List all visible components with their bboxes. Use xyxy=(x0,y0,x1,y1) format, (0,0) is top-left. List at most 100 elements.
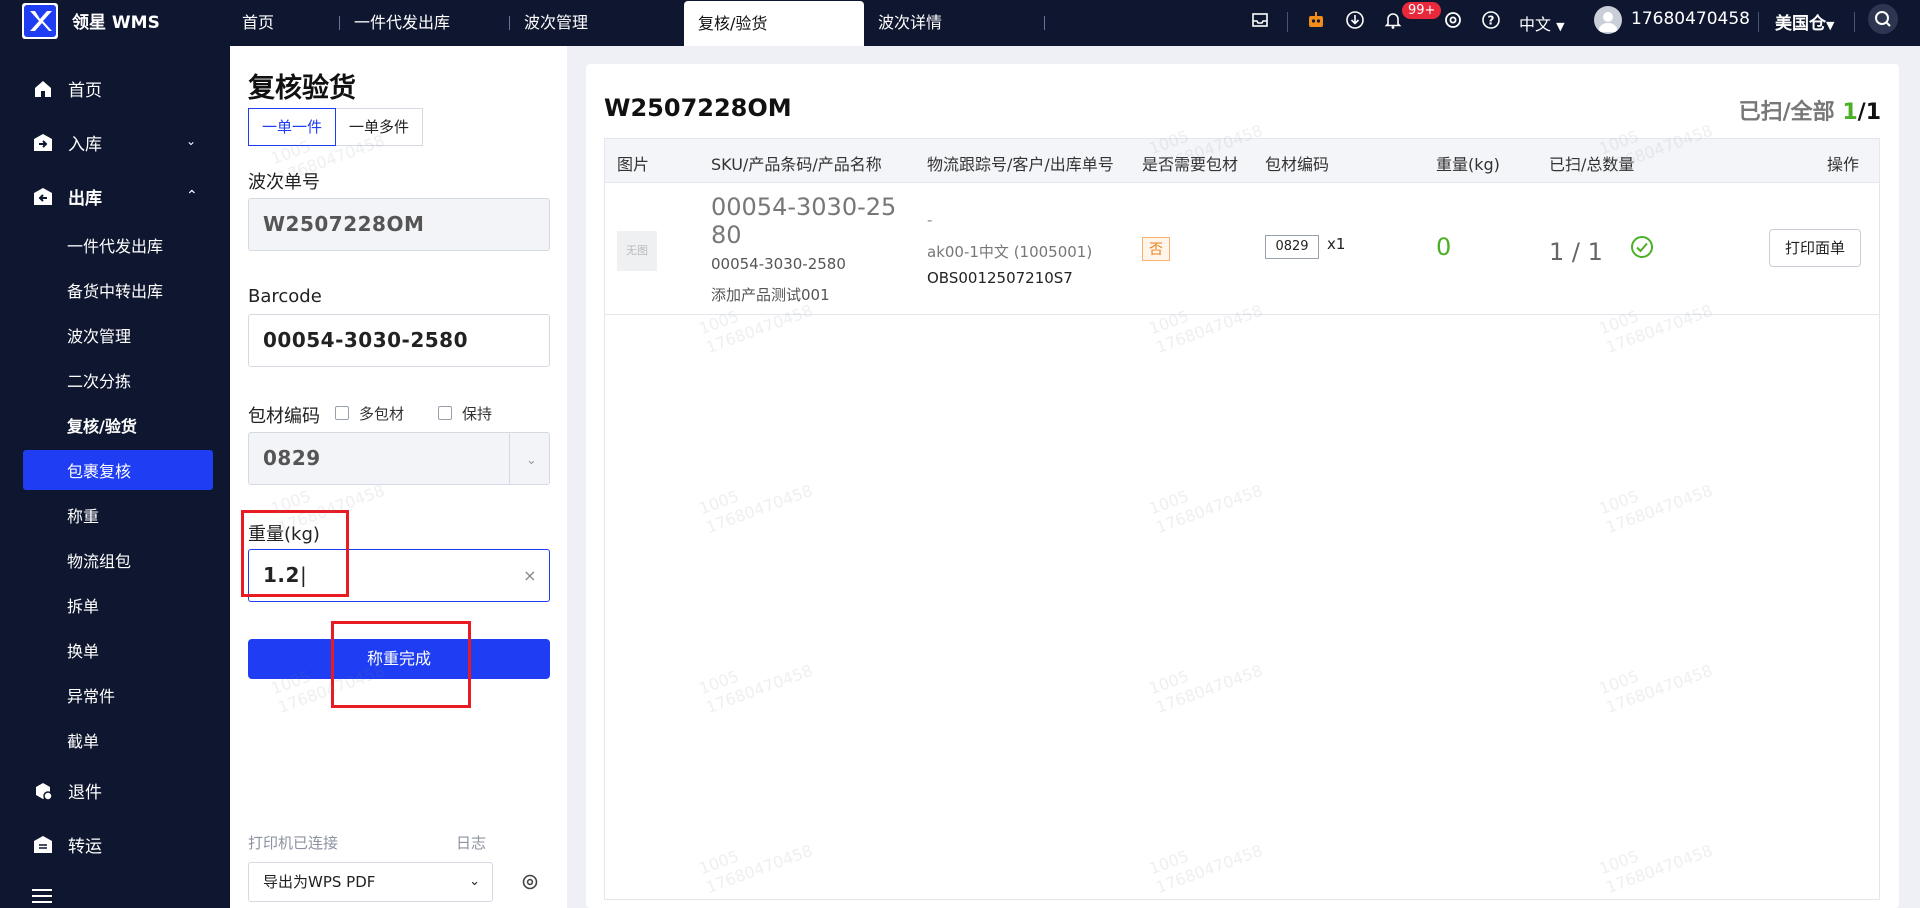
col-actions: 操作 xyxy=(1827,155,1860,174)
logo[interactable] xyxy=(22,3,58,39)
outbound-number: OBS0012507210S7 xyxy=(927,269,1073,287)
menu-icon[interactable] xyxy=(32,888,52,904)
printer-settings-icon[interactable] xyxy=(521,873,539,891)
sidebar-item-swap-order[interactable]: 换单 xyxy=(67,638,99,662)
sidebar-item-inbound[interactable]: 入库 xyxy=(32,130,102,155)
col-tracking: 物流跟踪号/客户/出库单号 xyxy=(927,155,1114,174)
tab-home[interactable]: 首页 xyxy=(228,0,340,46)
page-title: 复核验货 xyxy=(248,73,356,104)
sidebar-item-secondary-sorting[interactable]: 二次分拣 xyxy=(67,368,131,392)
user-phone[interactable]: 17680470458 xyxy=(1631,9,1750,29)
col-image: 图片 xyxy=(617,155,650,174)
weight-value: 0 xyxy=(1436,233,1452,261)
multi-package-checkbox[interactable] xyxy=(335,406,349,420)
sidebar-item-outbound[interactable]: 出库 xyxy=(32,184,102,209)
multi-package-label: 多包材 xyxy=(359,405,405,423)
tab-dropship-outbound[interactable]: 一件代发出库 xyxy=(340,0,510,46)
divider xyxy=(1854,12,1855,32)
returns-icon xyxy=(36,782,53,801)
table-header: 图片 SKU/产品条码/产品名称 物流跟踪号/客户/出库单号 是否需要包材 包材… xyxy=(605,139,1879,183)
outbound-icon xyxy=(34,187,52,205)
sidebar-item-logistics-bundling[interactable]: 物流组包 xyxy=(67,548,131,572)
tab-review-inspection[interactable]: 复核/验货 xyxy=(684,1,864,46)
clear-icon[interactable]: × xyxy=(523,550,537,601)
col-sku: SKU/产品条码/产品名称 xyxy=(711,155,882,174)
sidebar-item-intercept[interactable]: 截单 xyxy=(67,728,99,752)
scanned-quantity: 1 / 1 xyxy=(1549,238,1603,266)
sidebar: 首页 入库 ⌄ 出库 ⌃ 一件代发出库 备货中转出库 波次管理 二次分拣 复核/… xyxy=(0,46,230,908)
package-code-select[interactable]: 0829 ⌄ xyxy=(248,432,550,485)
need-package-tag: 否 xyxy=(1142,237,1170,261)
review-form-panel: 复核验货 一单一件 一单多件 波次单号 W2507228OM Barcode 0… xyxy=(230,46,567,908)
search-button[interactable] xyxy=(1868,4,1898,34)
mode-single-item[interactable]: 一单一件 xyxy=(248,108,337,146)
transfer-icon xyxy=(34,835,52,853)
chevron-up-icon[interactable]: ⌃ xyxy=(186,188,198,204)
log-link[interactable]: 日志 xyxy=(456,832,486,853)
language-select[interactable]: 中文 ▼ xyxy=(1519,11,1565,35)
top-tabs: 首页 一件代发出库 波次管理 复核/验货 波次详情 xyxy=(228,0,1045,46)
printer-select[interactable]: 导出为WPS PDF ⌄ xyxy=(248,862,493,902)
mode-toggle: 一单一件 一单多件 xyxy=(248,108,424,146)
inbox-icon[interactable] xyxy=(1250,10,1270,30)
items-table: 图片 SKU/产品条码/产品名称 物流跟踪号/客户/出库单号 是否需要包材 包材… xyxy=(604,138,1880,900)
product-image-placeholder: 无图 xyxy=(617,231,657,271)
svg-text:?: ? xyxy=(1488,14,1495,28)
printer-status: 打印机已连接 xyxy=(248,834,339,852)
package-quantity: x1 xyxy=(1327,235,1346,253)
help-icon[interactable]: ? xyxy=(1481,10,1501,30)
sidebar-item-returns[interactable]: 退件 xyxy=(32,778,102,803)
divider xyxy=(1758,12,1759,32)
customer: ak00-1中文 (1005001) xyxy=(927,243,1093,261)
sidebar-item-review-inspection[interactable]: 复核/验货 xyxy=(67,413,137,437)
highlight-box-weight xyxy=(241,510,349,597)
wave-number-label: 波次单号 xyxy=(248,172,320,193)
sidebar-item-dropship-outbound[interactable]: 一件代发出库 xyxy=(67,233,163,257)
product-name: 添加产品测试001 xyxy=(711,286,830,304)
divider xyxy=(509,433,510,484)
tracking-number: - xyxy=(927,211,933,229)
sku-code-large: 00054-3030-25 80 xyxy=(711,193,897,249)
settings-icon[interactable] xyxy=(1443,10,1463,30)
download-icon[interactable] xyxy=(1345,10,1365,30)
highlight-box-button xyxy=(331,621,471,708)
tab-wave-detail[interactable]: 波次详情 xyxy=(864,0,1045,46)
wave-number-field[interactable]: W2507228OM xyxy=(248,198,550,251)
keep-label: 保持 xyxy=(462,405,493,423)
scan-count: 已扫/全部 1/1 xyxy=(1738,100,1881,125)
barcode-label: Barcode xyxy=(248,286,322,307)
barcode-input[interactable]: 00054-3030-2580 xyxy=(248,314,550,367)
order-number: W2507228OM xyxy=(604,94,792,122)
sidebar-item-home[interactable]: 首页 xyxy=(32,76,102,101)
sidebar-item-wave-management[interactable]: 波次管理 xyxy=(67,323,131,347)
main-content: W2507228OM 已扫/全部 1/1 图片 SKU/产品条码/产品名称 物流… xyxy=(586,64,1899,908)
brand-name: 领星 WMS xyxy=(72,13,160,33)
sidebar-item-split-order[interactable]: 拆单 xyxy=(67,593,99,617)
sidebar-item-exception[interactable]: 异常件 xyxy=(67,683,115,707)
package-code-label: 包材编码 xyxy=(248,406,320,427)
avatar[interactable] xyxy=(1594,6,1622,34)
inbound-icon xyxy=(34,133,52,151)
mode-multi-item[interactable]: 一单多件 xyxy=(336,108,424,146)
home-icon xyxy=(35,80,51,97)
robot-icon[interactable] xyxy=(1306,10,1326,30)
print-label-button[interactable]: 打印面单 xyxy=(1769,229,1861,267)
chevron-down-icon[interactable]: ⌄ xyxy=(186,134,196,148)
tab-wave-management[interactable]: 波次管理 xyxy=(510,0,684,46)
col-need-package: 是否需要包材 xyxy=(1142,155,1239,174)
sidebar-item-parcel-review[interactable]: 包裹复核 xyxy=(67,458,131,482)
bell-icon[interactable] xyxy=(1383,10,1403,30)
package-code-chip: 0829 xyxy=(1265,235,1319,259)
col-scanned: 已扫/总数量 xyxy=(1549,155,1635,174)
search-icon xyxy=(1875,11,1891,27)
sku-barcode: 00054-3030-2580 xyxy=(711,255,846,273)
chevron-down-icon[interactable]: ⌄ xyxy=(526,435,537,486)
top-bar: 领星 WMS 首页 一件代发出库 波次管理 复核/验货 波次详情 99+ ? 中… xyxy=(0,0,1920,46)
col-package-code: 包材编码 xyxy=(1265,155,1330,174)
check-circle-icon xyxy=(1631,236,1653,258)
sidebar-item-stock-transfer-outbound[interactable]: 备货中转出库 xyxy=(67,278,163,302)
keep-checkbox[interactable] xyxy=(438,406,452,420)
sidebar-item-weighing[interactable]: 称重 xyxy=(67,503,99,527)
warehouse-select[interactable]: 美国仓▼ xyxy=(1775,9,1834,34)
sidebar-item-transfer[interactable]: 转运 xyxy=(32,832,102,857)
